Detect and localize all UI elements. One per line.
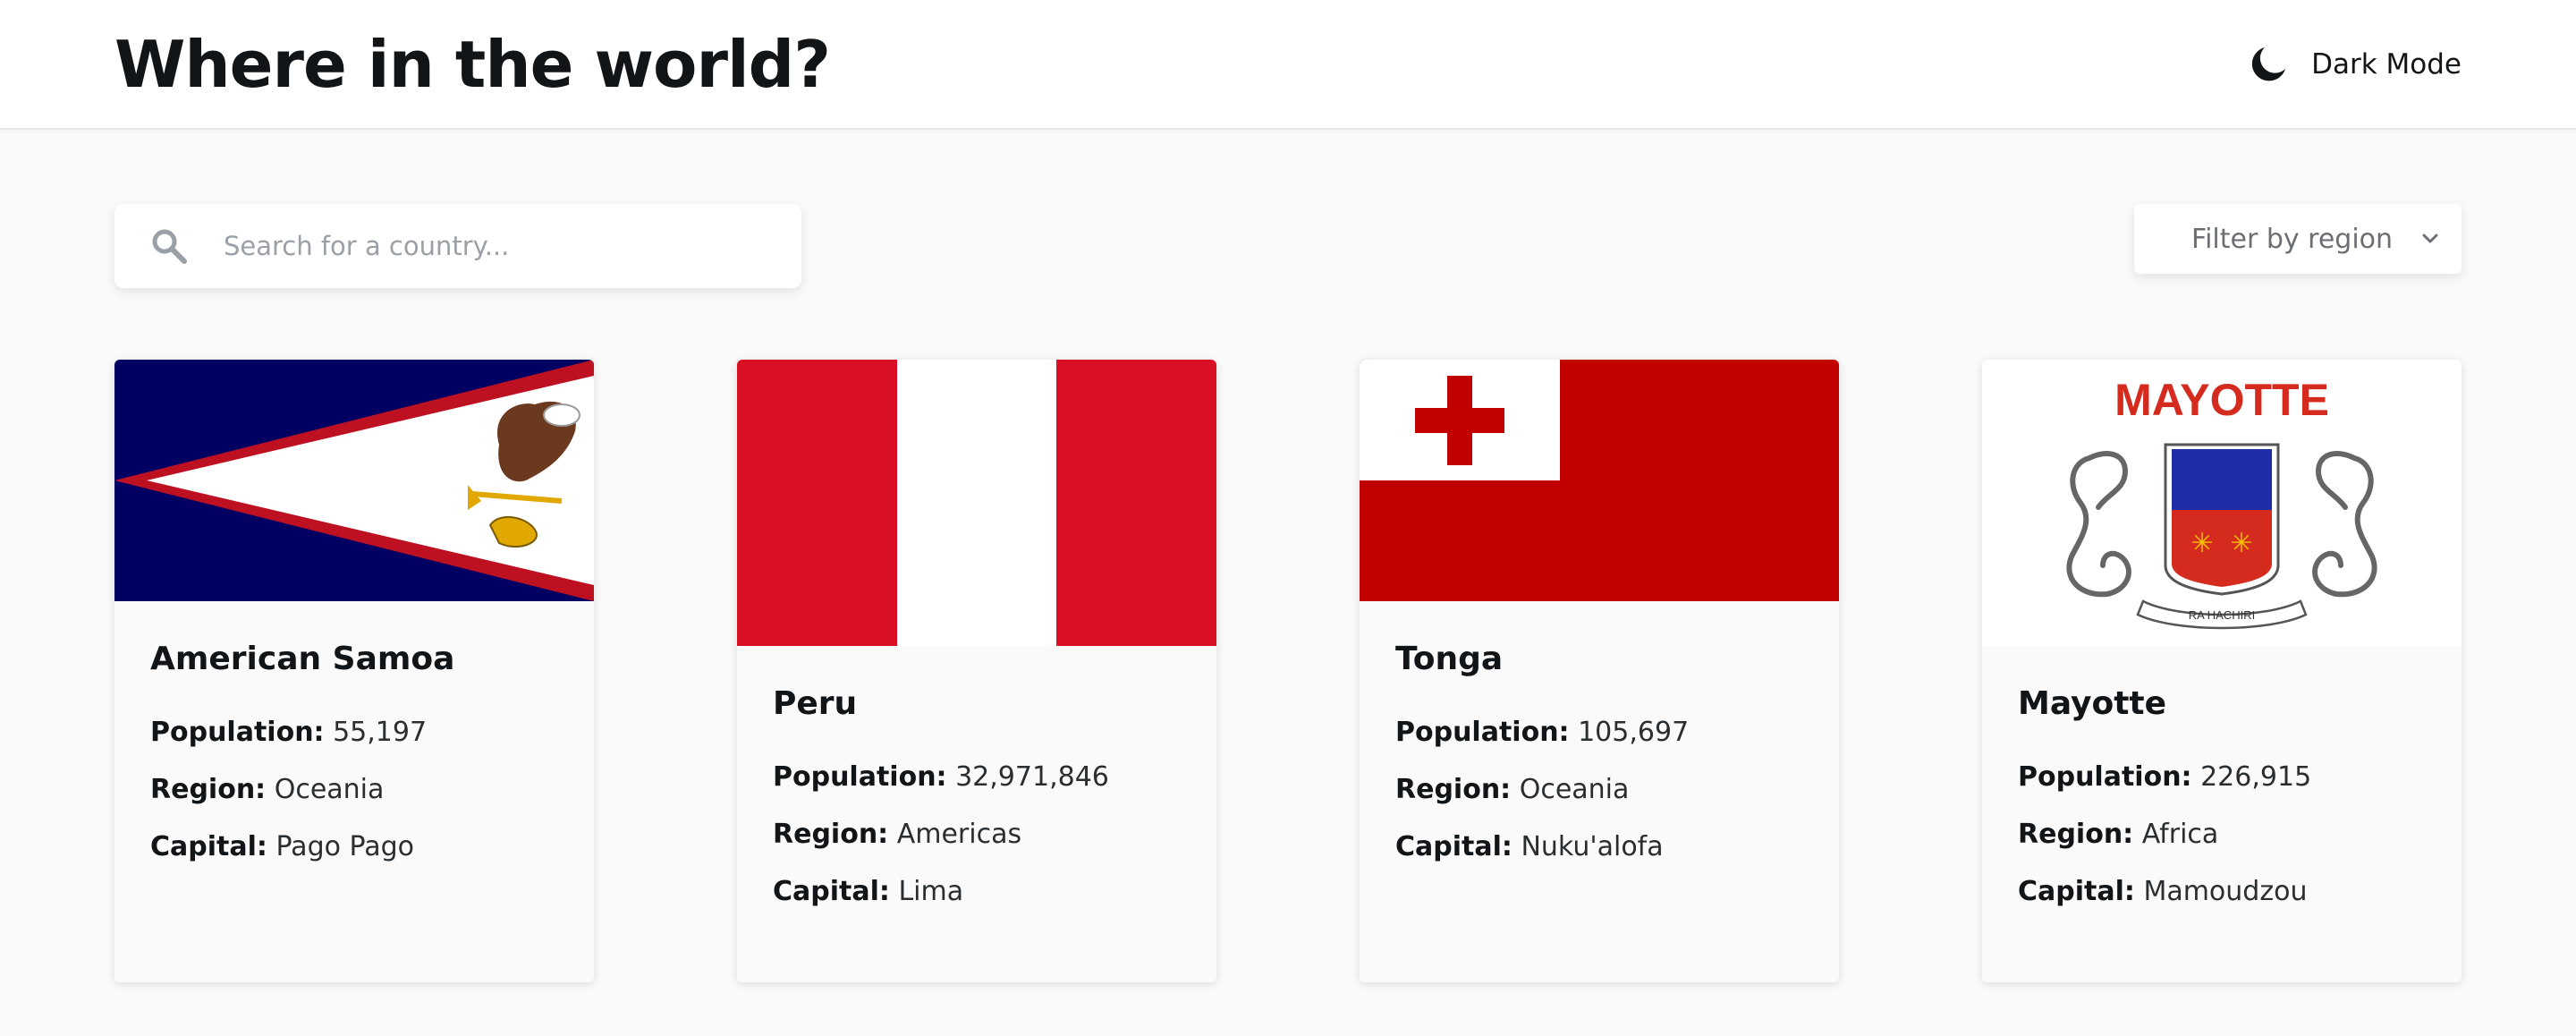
population-value: 226,915 [2200,761,2312,793]
search-icon [114,226,215,266]
population-value: 32,971,846 [955,761,1109,793]
region-label: Region: [1395,774,1512,805]
capital-value: Pago Pago [275,831,415,862]
population-stat: Population: 105,697 [1395,704,1803,761]
country-card-mayotte[interactable]: MAYOTTE ✳ ✳ RA HACHIRI Mayotte Populatio… [1982,360,2462,982]
country-card-peru[interactable]: Peru Population: 32,971,846 Region: Amer… [737,360,1216,982]
population-label: Population: [1395,717,1570,748]
capital-stat: Capital: Lima [773,863,1181,921]
search-bar[interactable] [114,204,801,288]
capital-value: Mamoudzou [2143,876,2308,907]
region-stat: Region: Oceania [150,761,558,819]
chevron-down-icon [2419,227,2442,251]
population-label: Population: [773,761,947,793]
svg-text:✳: ✳ [2190,528,2213,559]
capital-value: Lima [898,876,964,907]
region-value: Oceania [274,774,385,805]
country-card-tonga[interactable]: Tonga Population: 105,697 Region: Oceani… [1360,360,1839,982]
dark-mode-toggle[interactable]: Dark Mode [2249,36,2462,93]
population-stat: Population: 55,197 [150,704,558,761]
region-label: Region: [150,774,267,805]
region-label: Region: [2018,819,2134,850]
moon-icon [2249,45,2288,84]
top-header: Where in the world? Dark Mode [0,0,2576,130]
capital-label: Capital: [1395,831,1513,862]
region-label: Region: [773,819,889,850]
population-label: Population: [2018,761,2192,793]
population-stat: Population: 226,915 [2018,749,2426,806]
country-name: Tonga [1395,641,1504,677]
capital-value: Nuku'alofa [1521,831,1664,862]
population-label: Population: [150,717,325,748]
capital-stat: Capital: Nuku'alofa [1395,819,1803,876]
capital-label: Capital: [150,831,267,862]
country-card-american-samoa[interactable]: American Samoa Population: 55,197 Region… [114,360,594,982]
population-value: 105,697 [1578,717,1690,748]
peru-flag [737,360,1216,646]
country-name: Mayotte [2018,685,2167,722]
region-value: Americas [896,819,1022,850]
region-filter-label: Filter by region [2191,223,2394,255]
mayotte-flag: MAYOTTE ✳ ✳ RA HACHIRI [1982,360,2462,646]
region-stat: Region: Africa [2018,806,2426,863]
country-name: American Samoa [150,641,455,677]
dark-mode-label: Dark Mode [2311,48,2462,81]
region-stat: Region: Oceania [1395,761,1803,819]
population-value: 55,197 [333,717,428,748]
capital-label: Capital: [2018,876,2135,907]
country-grid: American Samoa Population: 55,197 Region… [114,360,2462,982]
svg-text:✳: ✳ [2230,528,2252,559]
capital-stat: Capital: Mamoudzou [2018,863,2426,921]
tonga-flag [1360,360,1839,601]
country-name: Peru [773,685,858,722]
capital-label: Capital: [773,876,890,907]
region-value: Africa [2141,819,2219,850]
population-stat: Population: 32,971,846 [773,749,1181,806]
mayotte-flag-motto: RA HACHIRI [2189,608,2255,622]
page-title: Where in the world? [114,27,831,102]
mayotte-flag-text: MAYOTTE [2114,375,2329,425]
region-stat: Region: Americas [773,806,1181,863]
region-value: Oceania [1519,774,1630,805]
capital-stat: Capital: Pago Pago [150,819,558,876]
american-samoa-flag [114,360,594,601]
region-filter-select[interactable]: Filter by region [2134,204,2462,274]
search-input[interactable] [215,231,769,261]
